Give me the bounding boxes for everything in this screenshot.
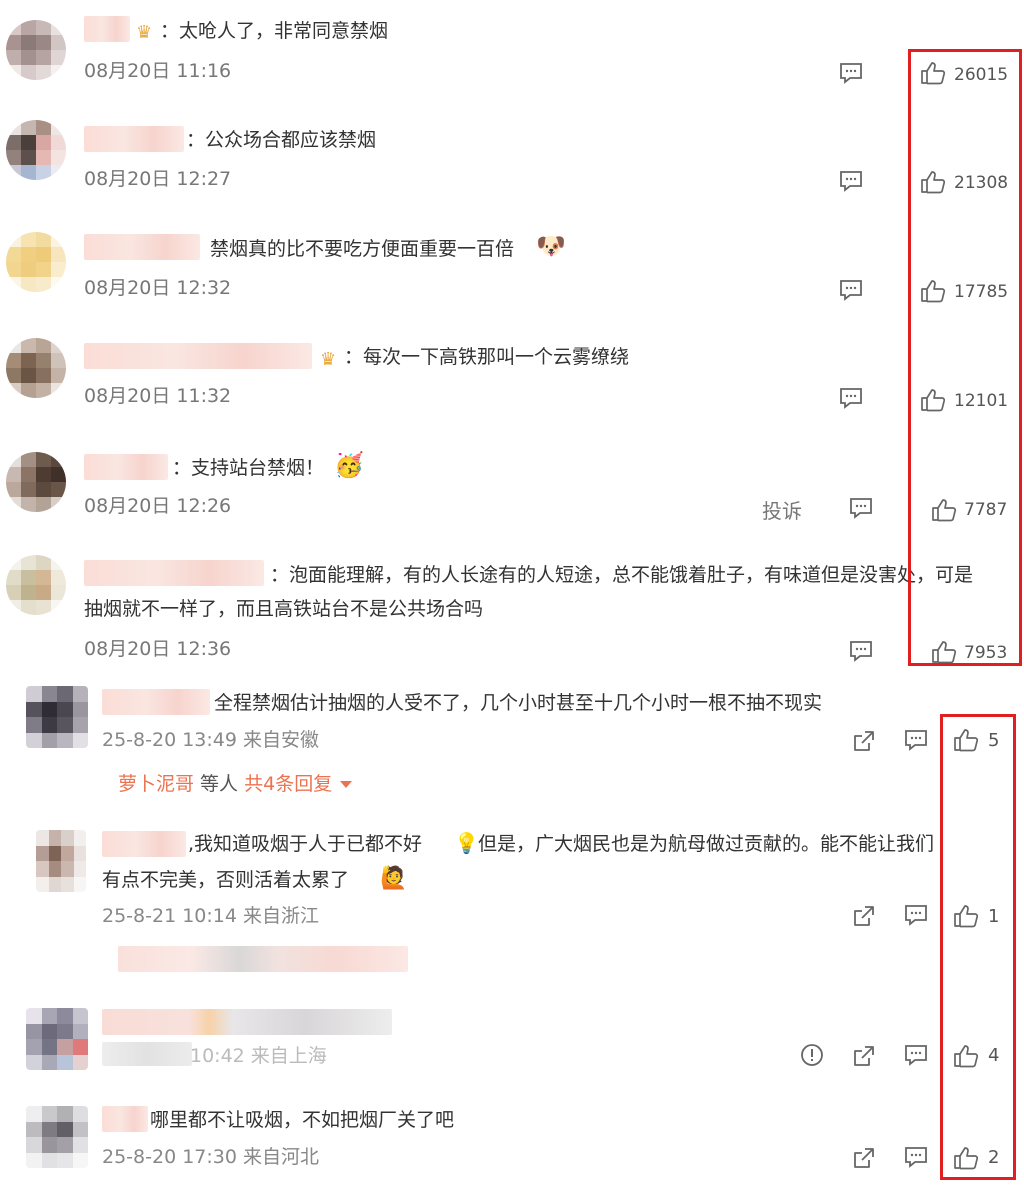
comment-text: ：泡面能理解，有的人长途有的人短途，总不能饿着肚子，有味道但是没害处，可是 <box>270 564 974 586</box>
highlight-box-top-likes <box>908 49 1022 666</box>
username-redacted[interactable] <box>84 454 168 480</box>
highlight-box-reply-likes <box>940 714 1016 1180</box>
crown-icon: ♛ <box>136 22 153 43</box>
username-redacted[interactable] <box>102 1106 148 1132</box>
username-redacted[interactable] <box>84 126 184 152</box>
avatar[interactable] <box>6 120 66 180</box>
avatar[interactable] <box>26 1106 88 1168</box>
comment-icon[interactable] <box>838 61 864 85</box>
sub-reply-summary[interactable]: 萝卜泥哥 等人 共4条回复 <box>118 772 353 796</box>
comment-time: 08月20日 12:36 <box>84 638 232 660</box>
reply-text: ,我知道吸烟于人于已都不好 <box>188 833 423 855</box>
reply-time: 25-8-20 13:49 来自安徽 <box>102 729 319 751</box>
username-redacted[interactable] <box>84 343 312 369</box>
wave-emoji-icon: 🙋 <box>380 866 408 891</box>
comment-icon[interactable] <box>903 1043 929 1067</box>
comment-icon[interactable] <box>838 386 864 410</box>
comment-time: 08月20日 11:32 <box>84 385 232 407</box>
avatar[interactable] <box>6 338 66 398</box>
comment-icon[interactable] <box>838 169 864 193</box>
comment-text: 禁烟真的比不要吃方便面重要一百倍 <box>210 238 515 260</box>
lightbulb-emoji-icon: 💡 <box>454 831 479 855</box>
comment-icon[interactable] <box>903 1145 929 1169</box>
username-redacted[interactable] <box>102 689 210 715</box>
comment-time: 08月20日 12:27 <box>84 168 232 190</box>
redacted-content <box>118 946 408 972</box>
reply-text: 全程禁烟估计抽烟的人受不了，几个小时甚至十几个小时一根不抽不现实 <box>214 692 823 714</box>
dog-emoji-icon: 🐶 <box>536 232 566 260</box>
comment-icon[interactable] <box>838 278 864 302</box>
username-redacted[interactable] <box>84 560 264 586</box>
redacted-content <box>102 1042 192 1066</box>
comment-time: 08月20日 12:32 <box>84 277 232 299</box>
avatar[interactable] <box>6 20 66 80</box>
comment-icon[interactable] <box>903 903 929 927</box>
complain-link[interactable]: 投诉 <box>762 499 802 523</box>
comment-text: ：太呛人了，非常同意禁烟 <box>160 20 389 42</box>
avatar[interactable] <box>26 1008 88 1070</box>
comment-text: ：支持站台禁烟！ <box>172 457 325 479</box>
comment-icon[interactable] <box>848 639 874 663</box>
avatar[interactable] <box>6 452 66 512</box>
cheer-emoji-icon: 🥳 <box>334 451 364 479</box>
comment-icon[interactable] <box>848 496 874 520</box>
reply-time: 25-8-21 10:14 来自浙江 <box>102 905 319 927</box>
share-icon[interactable] <box>851 1146 877 1170</box>
avatar[interactable] <box>6 232 66 292</box>
comment-text: ：每次一下高铁那叫一个云雾缭绕 <box>344 346 630 368</box>
username-redacted[interactable] <box>84 16 130 42</box>
share-icon[interactable] <box>851 1044 877 1068</box>
share-icon[interactable] <box>851 904 877 928</box>
username-redacted[interactable] <box>102 831 186 857</box>
sub-reply-user[interactable]: 萝卜泥哥 <box>118 773 194 795</box>
reply-time: 25-8-20 17:30 来自河北 <box>102 1146 319 1168</box>
sub-reply-middle: 等人 <box>194 773 245 795</box>
avatar[interactable] <box>36 830 86 892</box>
avatar[interactable] <box>26 686 88 748</box>
crown-icon: ♛ <box>320 349 337 370</box>
comment-text: ：公众场合都应该禁烟 <box>186 129 377 151</box>
reply-text-cont: 但是，广大烟民也是为航母做过贡献的。能不能让我们 <box>478 833 935 855</box>
comment-time: 08月20日 11:16 <box>84 60 232 82</box>
redacted-content <box>102 1009 392 1035</box>
chevron-down-icon[interactable] <box>340 781 353 788</box>
comment-time: 08月20日 12:26 <box>84 495 232 517</box>
reply-text: 哪里都不让吸烟，不如把烟厂关了吧 <box>150 1109 455 1131</box>
username-redacted[interactable] <box>84 234 200 260</box>
comment-icon[interactable] <box>903 728 929 752</box>
reply-text-line2: 有点不完美，否则活着太累了 <box>102 869 350 891</box>
avatar[interactable] <box>6 555 66 615</box>
report-icon[interactable] <box>799 1043 825 1067</box>
sub-reply-count-link[interactable]: 共4条回复 <box>244 773 332 795</box>
comment-text-line2: 抽烟就不一样了，而且高铁站台不是公共场合吗 <box>84 598 484 620</box>
reply-time: 10:42 来自上海 <box>190 1045 327 1067</box>
share-icon[interactable] <box>851 729 877 753</box>
